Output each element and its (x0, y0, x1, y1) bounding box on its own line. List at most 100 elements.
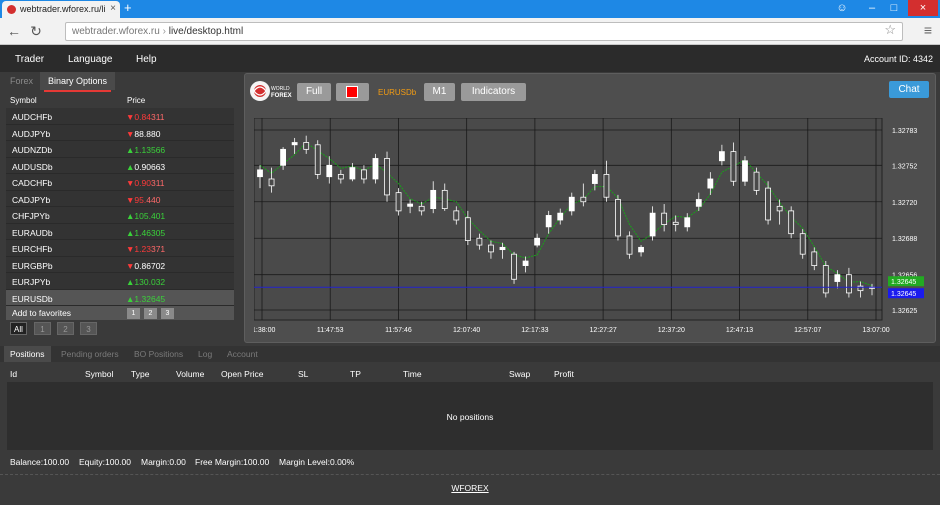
symbol-row[interactable]: CHFJPYb ▲105.401 (6, 207, 234, 224)
app-header: Trader Language Help Account ID: 4342 (0, 45, 940, 72)
candle-body (707, 178, 714, 189)
symbol-name: EURJPYb (12, 277, 51, 287)
browser-menu-icon[interactable]: ≡ (924, 22, 932, 38)
full-button[interactable]: Full (297, 83, 331, 101)
fav-page-2[interactable]: 2 (144, 308, 157, 319)
browser-tab-title: webtrader.wforex.ru/li (20, 4, 106, 14)
candle-body (730, 151, 737, 182)
price-main: 0.84 (134, 112, 151, 122)
symbol-row[interactable]: EURAUDb ▲1.46305 (6, 223, 234, 240)
symbol-row[interactable]: EURJPYb ▲130.032 (6, 273, 234, 290)
price-main: 1.23 (134, 244, 151, 254)
col-price: Price (127, 96, 146, 105)
close-tab-icon[interactable]: × (110, 3, 116, 14)
pager-all[interactable]: All (10, 322, 27, 335)
chat-button[interactable]: Chat (889, 81, 929, 98)
close-window-icon[interactable]: × (908, 0, 938, 16)
candle-body (464, 217, 471, 241)
symbol-row[interactable]: CADJPYb ▼95.440 (6, 190, 234, 207)
candle-body (395, 192, 402, 212)
symbol-list-header: Symbol Price (6, 94, 236, 108)
account-id: Account ID: 4342 (863, 54, 933, 64)
timeframe-button[interactable]: M1 (424, 83, 455, 101)
col-profit: Profit (554, 369, 574, 379)
equity: Equity:100.00 (79, 457, 131, 467)
back-icon[interactable]: ← (6, 23, 22, 39)
menu-help[interactable]: Help (136, 54, 157, 65)
reload-icon[interactable]: ↻ (28, 23, 44, 39)
price-main: 88.880 (134, 128, 161, 139)
browser-tab[interactable]: webtrader.wforex.ru/li × (2, 1, 120, 18)
profile-icon[interactable]: ☺ (832, 0, 852, 16)
pager-3[interactable]: 3 (80, 322, 97, 335)
balance-bar: Balance:100.00 Equity:100.00 Margin:0.00… (0, 454, 940, 470)
add-to-favorites[interactable]: Add to favorites (12, 308, 71, 318)
candle-body (649, 212, 656, 237)
symbol-row[interactable]: EURGBPb ▼0.86702 (6, 256, 234, 273)
bottom-tabs: Positions Pending orders BO Positions Lo… (0, 346, 940, 362)
symbol-name: EURUSDb (12, 293, 53, 304)
x-tick-label: 12:07:40 (453, 327, 480, 334)
tab-account[interactable]: Account (227, 346, 258, 362)
no-positions-text: No positions (446, 412, 494, 422)
candle-body (661, 212, 668, 225)
color-picker-button[interactable] (336, 83, 369, 101)
browser-navbar: ← ↻ webtrader.wforex.ru › live/desktop.h… (0, 18, 940, 45)
candle-body (384, 158, 390, 196)
y-tick-label: 1.32625 (892, 308, 917, 315)
price-label-green: 1.32645 (891, 279, 916, 286)
symbol-row[interactable]: AUDCHFb ▼0.84311 (6, 108, 234, 125)
x-tick-label: 12:17:33 (521, 327, 548, 334)
price-main: 130.032 (134, 277, 166, 287)
pager-1[interactable]: 1 (34, 322, 51, 335)
symbol-row[interactable]: EURUSDb ▲1.32645 (6, 289, 234, 306)
chart-symbol: EURUSDb (378, 88, 417, 97)
symbol-row[interactable]: EURCHFb ▼1.23371 (6, 240, 234, 257)
candle-body (580, 196, 587, 203)
fav-page-1[interactable]: 1 (127, 308, 140, 319)
symbol-row[interactable]: AUDJPYb ▼88.880 (6, 124, 234, 141)
tab-positions[interactable]: Positions (4, 346, 51, 362)
y-tick-label: 1.32720 (892, 200, 917, 207)
indicators-button[interactable]: Indicators (461, 83, 526, 101)
tab-log[interactable]: Log (198, 346, 212, 362)
tab-pending-orders[interactable]: Pending orders (61, 346, 119, 362)
symbol-row[interactable]: CADCHFb ▼0.90311 (6, 174, 234, 191)
symbol-price: ▲105.401 (126, 211, 165, 221)
candle-body (788, 210, 795, 235)
logo-text-bottom: FOREX (271, 93, 292, 99)
candle-body (361, 169, 367, 180)
candle-body (615, 199, 621, 237)
tab-bo-positions[interactable]: BO Positions (134, 346, 183, 362)
menu-trader[interactable]: Trader (15, 54, 44, 65)
candle-body (799, 233, 806, 255)
symbol-name: CHFJPYb (12, 211, 50, 221)
symbol-name: EURAUDb (12, 227, 53, 238)
footer-link[interactable]: WFOREX (0, 483, 940, 493)
symbol-row[interactable]: AUDNZDb ▲1.13566 (6, 141, 234, 158)
pager-2[interactable]: 2 (57, 322, 74, 335)
address-bar[interactable]: webtrader.wforex.ru › live/desktop.html (65, 22, 903, 41)
fav-page-3[interactable]: 3 (161, 308, 174, 319)
price-chart[interactable]: 11:38:00 11:47:53 11:57:46 12:07:40 12:17:33… (254, 118, 934, 340)
tab-binary-options[interactable]: Binary Options (40, 72, 116, 92)
symbol-price: ▼0.90311 (126, 178, 165, 188)
x-tick-label: 12:37:20 (658, 327, 685, 334)
symbol-price: ▼1.23371 (126, 244, 165, 254)
chart-panel: WORLD FOREX Full EURUSDb M1 Indicators C… (244, 73, 936, 343)
x-tick-label: 11:57:46 (385, 327, 412, 334)
minimize-icon[interactable]: – (862, 0, 882, 16)
candle-body (534, 237, 541, 246)
new-tab-icon[interactable]: + (124, 1, 138, 15)
tab-forex[interactable]: Forex (10, 72, 33, 90)
bookmark-star-icon[interactable]: ☆ (884, 22, 896, 38)
symbol-list: AUDCHFb ▼0.84311 AUDJPYb ▼88.880 AUDNZDb ▲1.1… (6, 108, 234, 306)
maximize-icon[interactable]: □ (884, 0, 904, 16)
candle-body (268, 178, 275, 187)
menu-language[interactable]: Language (68, 54, 113, 65)
symbol-row[interactable]: AUDUSDb ▲0.90663 (6, 157, 234, 174)
x-tick-label: 12:27:27 (589, 327, 616, 334)
candle-body (476, 237, 483, 246)
symbol-price: ▲1.46305 (126, 228, 165, 238)
candle-body (742, 160, 748, 182)
